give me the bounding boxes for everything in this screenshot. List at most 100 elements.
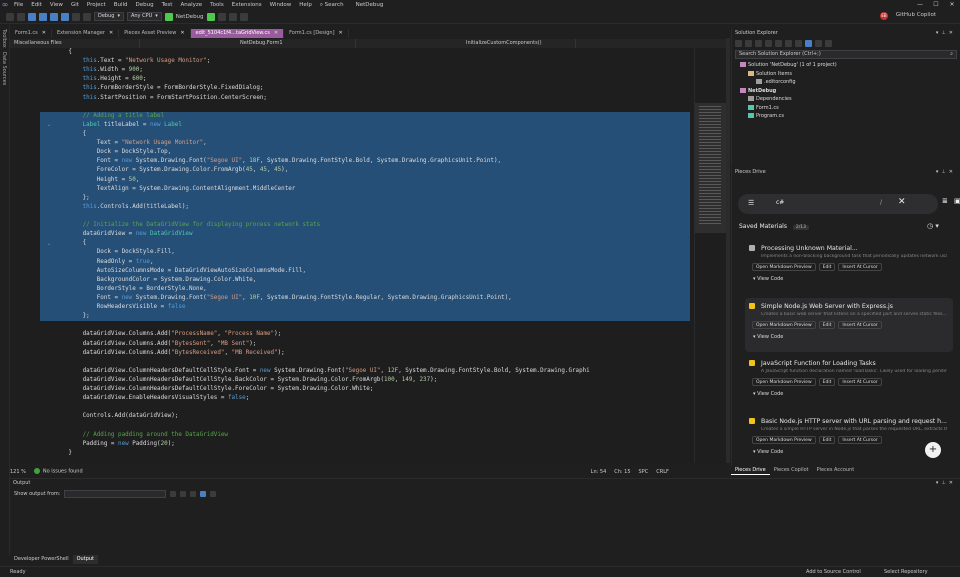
word-wrap-icon[interactable] xyxy=(190,490,197,497)
search-icon[interactable]: ⌕ xyxy=(950,51,953,58)
code-line[interactable]: this.Controls.Add(titleLabel); xyxy=(40,202,690,212)
gallery-view-icon[interactable]: ▣ xyxy=(954,197,960,205)
code-line[interactable]: dataGridView.Columns.Add("BytesReceived"… xyxy=(40,349,690,358)
code-line[interactable]: Font = new System.Drawing.Font("Segoe UI… xyxy=(40,157,690,167)
code-line[interactable]: { xyxy=(40,48,690,57)
class-dropdown[interactable]: NetDebug.Form1 xyxy=(140,39,356,48)
code-line[interactable]: this.Height = 600; xyxy=(40,75,690,84)
bookmark-icon[interactable] xyxy=(228,12,237,21)
code-line[interactable]: Padding = new Padding(20); xyxy=(40,440,690,449)
material-card[interactable]: Simple Node.js Web Server with Express.j… xyxy=(745,297,953,352)
edit-button[interactable]: Edit xyxy=(818,320,836,329)
code-line[interactable]: this.StartPosition = FormStartPosition.C… xyxy=(40,94,690,103)
code-line[interactable]: Controls.Add(dataGridView); xyxy=(40,412,690,421)
find-icon[interactable] xyxy=(170,490,177,497)
code-lines[interactable]: { this.Text = "Network Usage Monitor"; t… xyxy=(40,48,690,458)
tree-item[interactable]: Program.cs xyxy=(732,112,960,121)
filter-icon[interactable]: ☰ xyxy=(748,199,754,207)
insert-at-cursor-button[interactable]: Insert At Cursor xyxy=(838,263,882,271)
forward-icon[interactable] xyxy=(745,39,752,47)
code-line[interactable] xyxy=(40,358,690,367)
eol-indicator[interactable]: CRLF xyxy=(656,469,669,475)
code-editor[interactable]: { this.Text = "Network Usage Monitor"; t… xyxy=(10,48,694,463)
menu-item[interactable]: Edit xyxy=(27,0,46,10)
open-markdown-preview-button[interactable]: Open Markdown Preview xyxy=(752,378,816,386)
menu-item[interactable]: File xyxy=(10,0,27,10)
pieces-tab[interactable]: Pieces Copilot xyxy=(770,466,813,475)
tree-item[interactable]: Dependencies xyxy=(732,95,960,104)
code-line[interactable]: TextAlign = System.Drawing.ContentAlignm… xyxy=(40,184,690,194)
close-tab-icon[interactable]: ✕ xyxy=(339,30,343,36)
list-view-icon[interactable]: ≣ xyxy=(942,197,948,205)
tools-icon[interactable] xyxy=(217,12,226,21)
code-line[interactable]: dataGridView.EnableHeadersVisualStyles =… xyxy=(40,394,690,403)
bottom-tab[interactable]: Output xyxy=(72,555,98,564)
clear-all-icon[interactable] xyxy=(180,490,187,497)
tree-item[interactable]: .editorconfig xyxy=(732,78,960,87)
code-line[interactable]: AutoSizeColumnsMode = DataGridViewAutoSi… xyxy=(40,266,690,276)
code-line[interactable]: Dock = DockStyle.Fill, xyxy=(40,248,690,258)
open-icon[interactable] xyxy=(39,12,47,21)
menu-search[interactable]: ⌕ Search xyxy=(316,0,348,10)
select-repository[interactable]: Select Repository xyxy=(884,567,928,577)
back-icon[interactable] xyxy=(735,39,742,47)
code-line[interactable]: { xyxy=(40,239,690,249)
code-line[interactable]: dataGridView.Columns.Add("BytesSent", "M… xyxy=(40,340,690,349)
menu-item[interactable]: Git xyxy=(67,0,83,10)
close-icon[interactable]: ✕ xyxy=(949,480,956,486)
save-all-icon[interactable] xyxy=(61,12,69,21)
menu-item[interactable]: Debug xyxy=(132,0,158,10)
start-debug-icon[interactable] xyxy=(164,12,173,21)
code-line[interactable] xyxy=(40,421,690,430)
run-target[interactable]: NetDebug xyxy=(176,14,204,20)
code-line[interactable]: Label titleLabel = new Label xyxy=(40,120,690,130)
config-dropdown[interactable]: Debug ▾ xyxy=(94,12,124,21)
code-line[interactable]: BackgroundColor = System.Drawing.Color.W… xyxy=(40,275,690,285)
solution-explorer-search[interactable]: Search Solution Explorer (Ctrl+;) ⌕ xyxy=(735,50,957,59)
close-tab-icon[interactable]: ✕ xyxy=(109,30,113,36)
toolbox-tab[interactable]: Toolbox xyxy=(1,29,7,48)
tree-item[interactable]: Solution 'NetDebug' (1 of 1 project) xyxy=(732,61,960,70)
document-tab[interactable]: Form1.cs [Design] ✕ xyxy=(284,29,349,38)
sort-recent-icon[interactable]: ◷ ▾ xyxy=(927,222,939,230)
menu-item[interactable]: Test xyxy=(158,0,177,10)
menu-item[interactable]: Extensions xyxy=(228,0,266,10)
add-material-button[interactable]: + xyxy=(925,442,941,458)
code-line[interactable]: }; xyxy=(40,193,690,203)
code-line[interactable]: Dock = DockStyle.Top, xyxy=(40,148,690,158)
new-project-icon[interactable] xyxy=(28,12,36,21)
code-line[interactable]: }; xyxy=(40,312,690,322)
comment-icon[interactable] xyxy=(239,12,248,21)
code-line[interactable]: dataGridView.ColumnHeadersDefaultCellSty… xyxy=(40,367,690,376)
properties-icon[interactable] xyxy=(815,39,822,47)
code-line[interactable]: ReadOnly = true, xyxy=(40,257,690,267)
output-source-dropdown[interactable] xyxy=(64,489,167,498)
collapse-all-icon[interactable] xyxy=(795,39,802,47)
menu-item[interactable]: Window xyxy=(266,0,296,10)
avatar[interactable]: EB xyxy=(880,12,888,20)
insert-at-cursor-button[interactable]: Insert At Cursor xyxy=(838,320,882,329)
sync-icon[interactable] xyxy=(775,39,782,47)
document-tab[interactable]: Form1.cs ✕ xyxy=(10,29,52,38)
view-code-toggle[interactable]: ▾ View Code xyxy=(753,449,783,455)
fold-icon[interactable]: ⌄ xyxy=(47,241,51,247)
home-icon[interactable] xyxy=(755,39,762,47)
code-line[interactable]: this.Width = 900; xyxy=(40,66,690,75)
code-line[interactable] xyxy=(40,211,690,222)
forward-icon[interactable] xyxy=(17,12,25,21)
platform-dropdown[interactable]: Any CPU ▾ xyxy=(126,12,162,21)
material-card[interactable]: Basic Node.js HTTP server with URL parsi… xyxy=(745,413,953,467)
code-line[interactable]: Text = "Network Usage Monitor", xyxy=(40,139,690,149)
toggle-icon[interactable] xyxy=(200,490,207,497)
switch-views-icon[interactable] xyxy=(765,39,772,47)
pieces-search-input[interactable]: c# xyxy=(776,199,784,206)
menu-item[interactable]: View xyxy=(46,0,67,10)
view-code-toggle[interactable]: ▾ View Code xyxy=(753,276,783,282)
material-card[interactable]: Processing Unknown Material... Implements… xyxy=(745,240,953,294)
start-without-debug-icon[interactable] xyxy=(206,12,215,21)
data-sources-tab[interactable]: Data Sources xyxy=(1,52,7,85)
open-markdown-preview-button[interactable]: Open Markdown Preview xyxy=(752,320,816,329)
document-tab[interactable]: Pieces Asset Preview ✕ xyxy=(119,29,191,38)
view-code-toggle[interactable]: ▾ View Code xyxy=(753,391,783,397)
menu-item[interactable]: Build xyxy=(110,0,132,10)
